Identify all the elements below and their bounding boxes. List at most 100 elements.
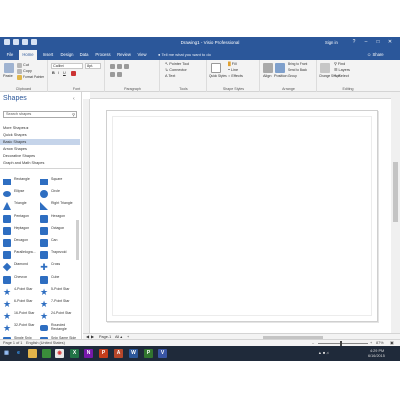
position-icon[interactable] [275, 63, 285, 73]
redo-icon[interactable] [31, 39, 37, 45]
shape-item[interactable]: Rectangle [3, 177, 41, 187]
shape-item[interactable]: Diamond [2, 262, 41, 272]
shape-item[interactable]: ★ 24-Point Star [40, 311, 78, 321]
align-right-icon[interactable] [124, 64, 129, 69]
shape-item[interactable]: ★ 4-Point Star [3, 287, 41, 297]
stencil-arrow-shapes[interactable]: Arrow Shapes [0, 146, 80, 152]
clock-time[interactable]: 4:29 PM [370, 349, 384, 353]
vertical-scrollbar[interactable] [391, 92, 400, 333]
shape-item[interactable]: Can [40, 238, 78, 248]
vertical-scroll-thumb[interactable] [393, 162, 398, 222]
project-icon[interactable]: P [144, 349, 153, 358]
stencil-quick-shapes[interactable]: Quick Shapes [0, 132, 80, 138]
copy-label[interactable]: Copy [23, 69, 32, 74]
shape-item[interactable]: Triangle [3, 201, 41, 211]
shape-item[interactable]: Parallelogra... [3, 250, 41, 260]
effects-button[interactable]: ○ Effects [228, 74, 243, 79]
underline-button[interactable]: U [63, 71, 66, 76]
stencil-graph-math-shapes[interactable]: Graph and Math Shapes [0, 160, 80, 166]
shape-item[interactable]: ★ 7-Point Star [40, 299, 78, 309]
align-label[interactable]: Align [263, 74, 271, 79]
tab-home[interactable]: Home [19, 50, 37, 60]
tell-me-box[interactable]: ● Tell me what you want to do [158, 51, 211, 59]
excel-icon[interactable]: X [70, 349, 79, 358]
fill-button[interactable]: █ Fill [228, 62, 237, 67]
text-tool[interactable]: A Text [165, 74, 175, 79]
share-button[interactable]: ☺ Share [367, 51, 384, 59]
line-button[interactable]: ⎯ Line [228, 68, 238, 73]
pane-scrollbar[interactable] [76, 220, 79, 260]
minimize-icon[interactable]: – [362, 38, 370, 47]
tab-data[interactable]: Data [77, 50, 91, 60]
shape-item[interactable]: Right Triangle [40, 201, 78, 211]
zoom-slider[interactable] [318, 343, 368, 344]
internet-explorer-icon[interactable]: e [14, 349, 23, 358]
shape-item[interactable]: ✚ Cross [40, 262, 78, 272]
shape-item[interactable]: Hexagon [40, 214, 78, 224]
align-icon[interactable] [263, 63, 273, 73]
file-explorer-icon[interactable] [28, 349, 37, 358]
shape-item[interactable]: Octagon [40, 226, 78, 236]
tab-process[interactable]: Process [93, 50, 113, 60]
stencil-basic-shapes[interactable]: Basic Shapes [0, 139, 80, 145]
tab-design[interactable]: Design [58, 50, 76, 60]
store-icon[interactable] [42, 349, 51, 358]
undo-icon[interactable] [22, 39, 28, 45]
shape-item[interactable]: Circle [40, 189, 78, 199]
position-label[interactable]: Position [274, 74, 288, 79]
shape-item[interactable]: ★ 5-Point Star [40, 287, 78, 297]
tab-file[interactable]: File [3, 50, 17, 60]
align-left-icon[interactable] [110, 64, 115, 69]
group-button[interactable]: Group [288, 74, 297, 79]
cut-label[interactable]: Cut [23, 63, 29, 68]
pointer-tool[interactable]: ↖ Pointer Tool [165, 62, 189, 67]
stencil-more-shapes[interactable]: More Shapes ▸ [0, 125, 80, 131]
copy-icon[interactable] [17, 69, 22, 74]
clock-date[interactable]: 6/16/2015 [368, 354, 385, 358]
tab-view[interactable]: View [135, 50, 149, 60]
shape-item[interactable]: Rounded Rectangle [40, 323, 78, 333]
drawing-page[interactable] [106, 110, 378, 322]
find-button[interactable]: ⚲ Find [334, 62, 345, 67]
shape-item[interactable]: Trapezoid [40, 250, 78, 260]
font-color-icon[interactable] [71, 71, 76, 76]
shape-item[interactable]: Chevron [3, 275, 41, 285]
shape-item[interactable]: ★ 6-Point Star [3, 299, 41, 309]
select-button[interactable]: ↖ Select [334, 74, 349, 79]
font-size-select[interactable]: 8pt. [85, 63, 101, 69]
shape-item[interactable]: Cube [40, 275, 78, 285]
paste-icon[interactable] [4, 63, 14, 73]
format-painter-icon[interactable] [17, 75, 22, 80]
drawing-canvas[interactable] [83, 92, 391, 333]
access-icon[interactable]: A [114, 349, 123, 358]
shape-item[interactable]: Decagon [3, 238, 41, 248]
send-back-button[interactable]: Send to Back [288, 68, 307, 73]
shape-item[interactable]: Ellipse [3, 189, 41, 199]
indent-icon[interactable] [117, 72, 122, 77]
tab-review[interactable]: Review [115, 50, 133, 60]
word-icon[interactable]: W [129, 349, 138, 358]
tray-icons[interactable]: ▲ ■ ♫ [318, 351, 329, 355]
close-icon[interactable]: ✕ [386, 38, 394, 47]
chrome-icon[interactable]: ◉ [55, 349, 64, 358]
windows-start-icon[interactable]: ▦ [2, 349, 11, 358]
bring-front-button[interactable]: Bring to Front [288, 62, 307, 67]
bold-button[interactable]: B [52, 71, 55, 76]
change-shape-icon[interactable] [320, 63, 330, 73]
save-icon[interactable] [13, 39, 19, 45]
quick-styles-icon[interactable] [211, 63, 221, 73]
pane-collapse-icon[interactable]: ‹ [73, 96, 75, 102]
format-painter-label[interactable]: Format Painter [23, 75, 44, 80]
shape-item[interactable]: Square [40, 177, 78, 187]
shape-item[interactable]: ★ 16-Point Star [3, 311, 41, 321]
shape-item[interactable]: Pentagon [3, 214, 41, 224]
maximize-icon[interactable]: □ [374, 38, 382, 47]
search-shapes-input[interactable]: Search shapes ⚲ [3, 111, 77, 118]
visio-icon[interactable]: V [158, 349, 167, 358]
onenote-icon[interactable]: N [84, 349, 93, 358]
connector-tool[interactable]: ↳ Connector [165, 68, 187, 73]
help-icon[interactable]: ? [350, 38, 358, 47]
stencil-decorative-shapes[interactable]: Decorative Shapes [0, 153, 80, 159]
shape-item[interactable]: Heptagon [3, 226, 41, 236]
search-icon[interactable]: ⚲ [72, 112, 75, 117]
